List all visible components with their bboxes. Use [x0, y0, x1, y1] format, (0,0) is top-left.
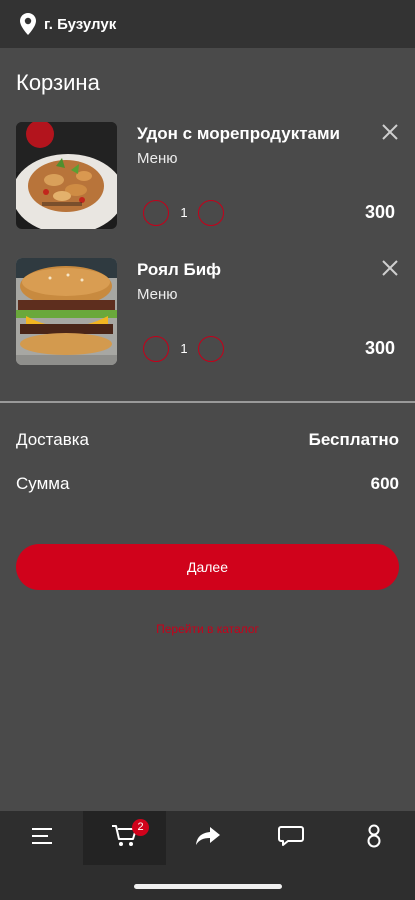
delivery-label: Доставка	[16, 430, 90, 449]
share-icon	[194, 825, 222, 852]
cart-item: Удон с морепродуктами Меню 1 300	[16, 122, 400, 232]
royal-beef-burger-photo[interactable]	[16, 258, 117, 365]
increase-quantity-button[interactable]	[198, 336, 224, 362]
item-category: Меню	[137, 286, 178, 303]
decrease-quantity-button[interactable]	[143, 336, 169, 362]
nav-cart[interactable]: 2	[83, 811, 166, 865]
page-title: Корзина	[16, 70, 100, 95]
chat-icon	[277, 824, 305, 853]
next-button[interactable]: Далее	[16, 544, 399, 590]
item-quantity: 1	[180, 341, 188, 356]
close-icon[interactable]	[380, 258, 400, 278]
nav-profile[interactable]	[332, 811, 415, 865]
item-price: 300	[364, 202, 395, 222]
decrease-quantity-button[interactable]	[143, 200, 169, 226]
close-icon[interactable]	[380, 122, 400, 142]
profile-icon	[364, 823, 384, 854]
cart-item: Роял Биф Меню 1 300	[16, 258, 400, 368]
nav-menu[interactable]	[0, 811, 83, 865]
delivery-value: Бесплатно	[308, 430, 399, 449]
increase-quantity-button[interactable]	[198, 200, 224, 226]
divider	[0, 401, 415, 403]
nav-share[interactable]	[166, 811, 249, 865]
total-value: 600	[370, 474, 399, 493]
item-name: Роял Биф	[137, 260, 222, 279]
total-label: Сумма	[16, 474, 70, 493]
top-bar: г. Бузулук	[0, 0, 415, 48]
item-quantity: 1	[180, 205, 188, 220]
go-to-catalog-link[interactable]: Перейти в каталог	[0, 622, 415, 636]
home-indicator	[134, 884, 282, 889]
nav-chat[interactable]	[249, 811, 332, 865]
delivery-row: Доставка Бесплатно	[16, 430, 399, 450]
menu-icon	[30, 826, 54, 851]
udon-seafood-photo[interactable]	[16, 122, 117, 229]
city-selector[interactable]: г. Бузулук	[44, 16, 116, 33]
item-price: 300	[364, 338, 395, 358]
item-category: Меню	[137, 150, 178, 167]
cart-count-badge: 2	[132, 819, 149, 836]
location-pin-icon[interactable]	[20, 13, 36, 35]
item-name: Удон с морепродуктами	[137, 124, 341, 143]
total-row: Сумма 600	[16, 474, 399, 494]
